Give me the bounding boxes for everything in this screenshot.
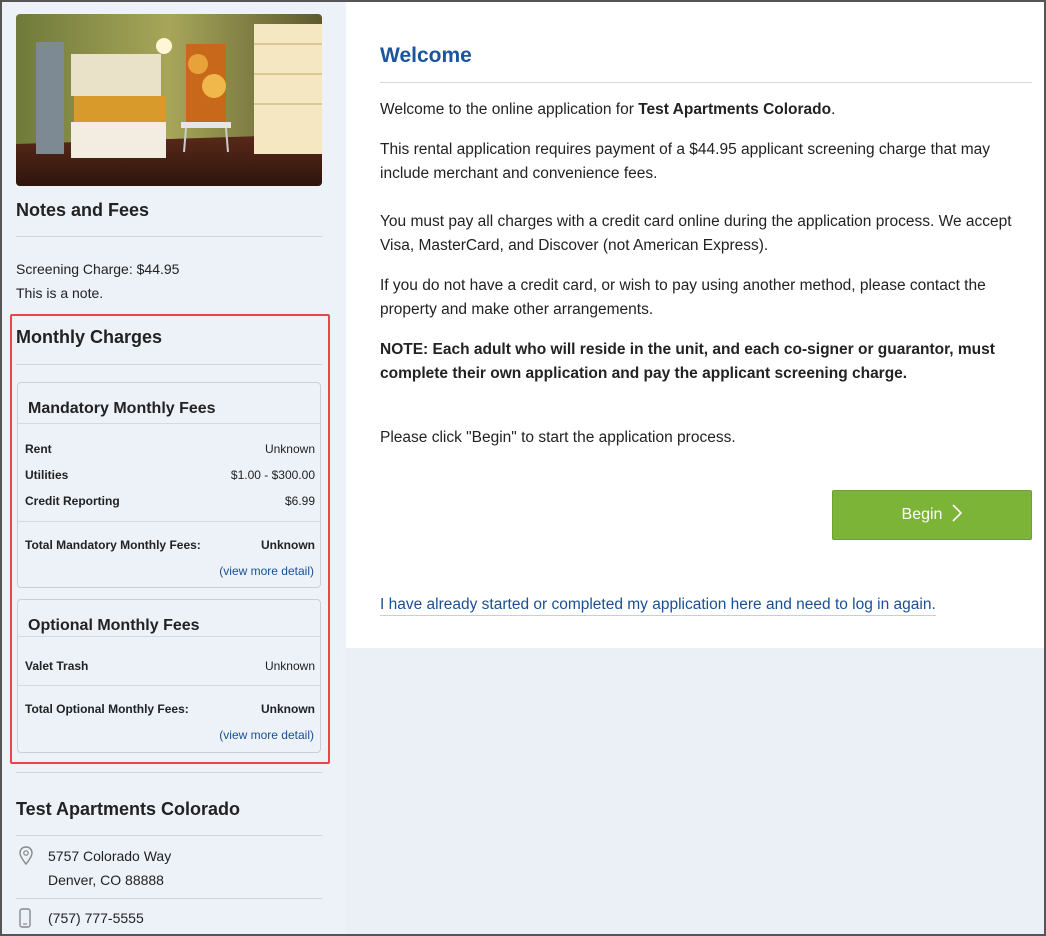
divider (18, 423, 320, 424)
total-value: Unknown (261, 702, 315, 716)
begin-button-label: Begin (901, 506, 943, 523)
divider (18, 636, 320, 637)
optional-fees-card: Optional Monthly Fees Valet Trash Unknow… (17, 599, 321, 753)
total-label: Total Optional Monthly Fees: (25, 702, 189, 716)
page-title: Welcome (380, 44, 472, 67)
fee-row-credit-reporting: Credit Reporting $6.99 (25, 494, 315, 508)
fee-row-utilities: Utilities $1.00 - $300.00 (25, 468, 315, 482)
mandatory-total-row: Total Mandatory Monthly Fees: Unknown (25, 538, 315, 552)
fee-value: Unknown (264, 659, 315, 673)
notes-fees-heading: Notes and Fees (16, 200, 150, 220)
divider (16, 236, 322, 237)
sidebar: Notes and Fees Screening Charge: $44.95 … (2, 2, 346, 934)
location-pin-icon (18, 846, 34, 871)
divider (16, 772, 322, 773)
intro-property-name: Test Apartments Colorado (638, 101, 832, 118)
intro-prefix: Welcome to the online application for (380, 101, 639, 118)
property-photo (16, 14, 322, 186)
divider (16, 835, 322, 836)
optional-view-more-link[interactable]: (view more detail) (219, 728, 314, 742)
address-line-1: 5757 Colorado Way (48, 848, 172, 864)
property-name-heading: Test Apartments Colorado (16, 799, 241, 819)
monthly-charges-heading: Monthly Charges (16, 327, 163, 347)
fee-row-valet-trash: Valet Trash Unknown (25, 659, 315, 673)
credit-card-paragraph: You must pay all charges with a credit c… (380, 213, 1012, 254)
begin-instructions: Please click "Begin" to start the applic… (380, 429, 736, 446)
note-paragraph: NOTE: Each adult who will reside in the … (380, 341, 995, 382)
optional-total-row: Total Optional Monthly Fees: Unknown (25, 702, 315, 716)
fee-name: Valet Trash (25, 659, 89, 673)
divider (380, 82, 1032, 83)
other-payment-paragraph: If you do not have a credit card, or wis… (380, 277, 986, 318)
divider (16, 898, 322, 899)
application-page: Notes and Fees Screening Charge: $44.95 … (0, 0, 1046, 936)
total-value: Unknown (261, 538, 315, 552)
intro-paragraph: Welcome to the online application for Te… (380, 98, 1036, 122)
divider (18, 521, 320, 522)
fee-name: Credit Reporting (25, 494, 120, 508)
mandatory-view-more-link[interactable]: (view more detail) (219, 564, 314, 578)
fee-value: $1.00 - $300.00 (230, 468, 315, 482)
fee-name: Utilities (25, 468, 69, 482)
fee-row-rent: Rent Unknown (25, 442, 315, 456)
fee-value: $6.99 (284, 494, 315, 508)
fee-name: Rent (25, 442, 52, 456)
mandatory-fees-card: Mandatory Monthly Fees Rent Unknown Util… (17, 382, 321, 588)
note-text: This is a note. (16, 285, 104, 301)
login-again-link[interactable]: I have already started or completed my a… (380, 595, 936, 616)
intro-suffix: . (831, 101, 836, 118)
screening-charge-text: Screening Charge: $44.95 (16, 261, 180, 277)
fee-paragraph: This rental application requires payment… (380, 141, 991, 182)
phone-icon (18, 908, 32, 933)
address-line-2: Denver, CO 88888 (48, 872, 164, 888)
property-address: 5757 Colorado Way Denver, CO 88888 (48, 844, 171, 892)
optional-fees-title: Optional Monthly Fees (28, 617, 200, 634)
begin-button[interactable]: Begin (832, 490, 1032, 540)
mandatory-fees-title: Mandatory Monthly Fees (28, 400, 216, 417)
total-label: Total Mandatory Monthly Fees: (25, 538, 201, 552)
divider (18, 685, 320, 686)
divider (16, 364, 322, 365)
property-phone[interactable]: (757) 777-5555 (48, 906, 144, 930)
chevron-right-icon (952, 503, 963, 527)
main-content: Welcome Welcome to the online applicatio… (346, 2, 1044, 648)
fee-value: Unknown (264, 442, 315, 456)
